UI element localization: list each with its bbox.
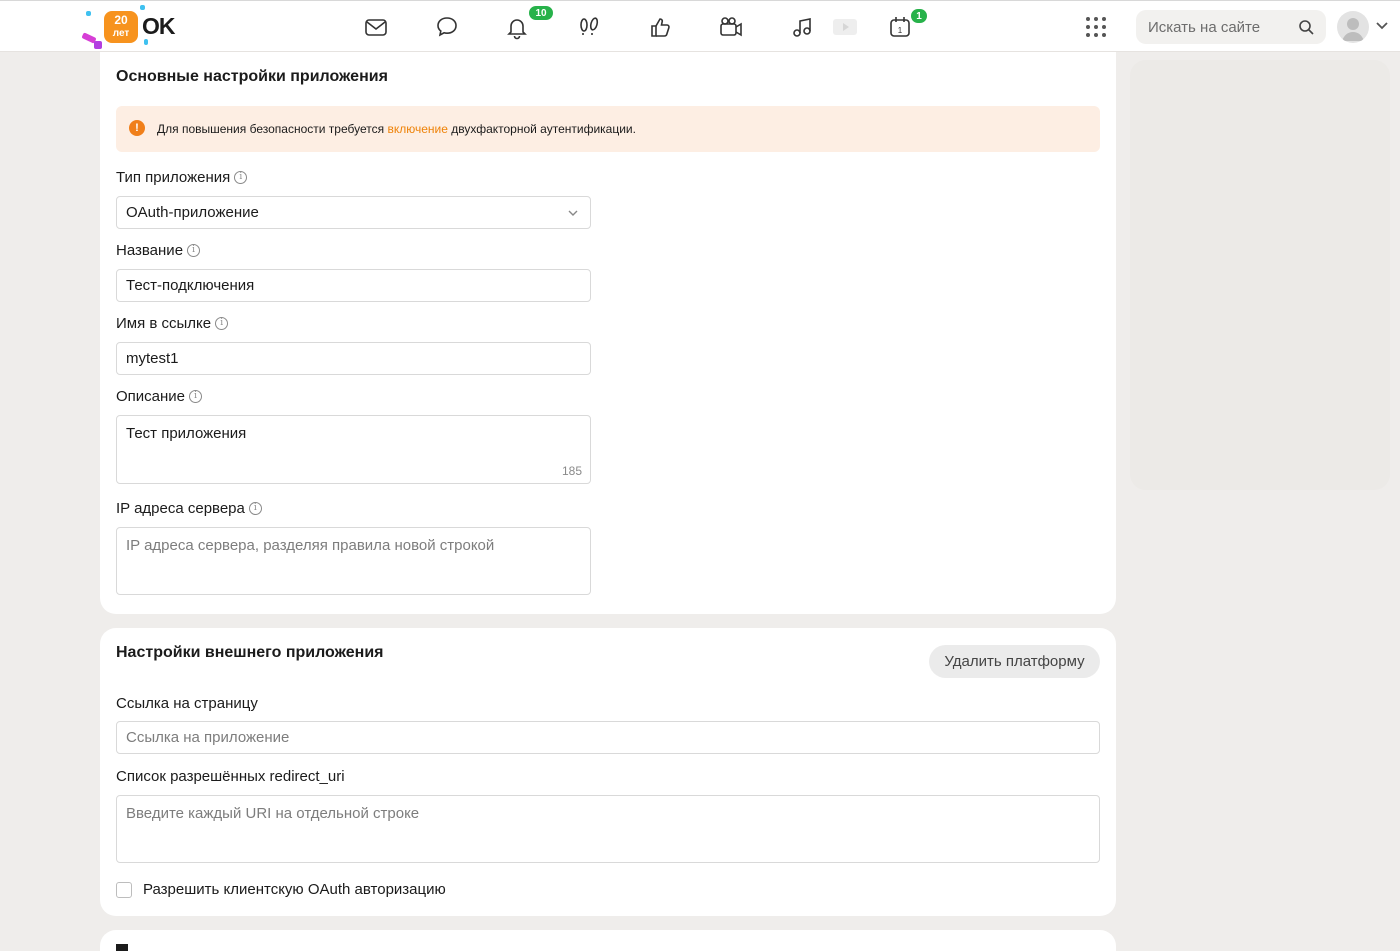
- site-search: [1136, 10, 1326, 44]
- security-alert: ! Для повышения безопасности требуется в…: [116, 106, 1100, 152]
- guests-icon[interactable]: [575, 13, 603, 41]
- warning-icon: !: [129, 120, 145, 136]
- page-link-label-text: Ссылка на страницу: [116, 695, 258, 712]
- redirect-uri-placeholder: Введите каждый URI на отдельной строке: [126, 805, 420, 822]
- basic-settings-title: Основные настройки приложения: [116, 68, 388, 85]
- badge-word: лет: [112, 28, 130, 39]
- calendar-badge: 1: [910, 8, 928, 24]
- app-type-label: Тип приложения i: [116, 169, 248, 186]
- confetti-decoration: [140, 5, 145, 10]
- page-link-placeholder: Ссылка на приложение: [126, 729, 290, 746]
- chevron-down-icon[interactable]: [1375, 21, 1389, 31]
- delete-platform-button[interactable]: Удалить платформу: [929, 645, 1100, 678]
- app-type-select[interactable]: OAuth-приложение: [116, 196, 591, 229]
- redirect-uri-textarea[interactable]: Введите каждый URI на отдельной строке: [116, 795, 1100, 863]
- server-ips-placeholder: IP адреса сервера, разделяя правила ново…: [126, 537, 495, 554]
- external-settings-card: Настройки внешнего приложения Удалить пл…: [100, 628, 1116, 916]
- notifications-icon[interactable]: [503, 13, 531, 41]
- info-icon[interactable]: i: [215, 317, 229, 330]
- name-label: Название i: [116, 242, 201, 259]
- messages-icon[interactable]: [362, 13, 390, 41]
- char-counter: 185: [561, 464, 582, 478]
- confetti-decoration: [86, 11, 91, 16]
- right-sidebar-placeholder: [1130, 60, 1390, 490]
- music-icon[interactable]: [788, 13, 816, 41]
- info-icon[interactable]: i: [234, 171, 248, 184]
- enable-2fa-link[interactable]: включение: [387, 122, 447, 136]
- description-label-text: Описание: [116, 388, 186, 405]
- server-ips-label: IP адреса сервера i: [116, 500, 262, 517]
- chevron-down-icon: [568, 210, 578, 216]
- svg-text:1: 1: [898, 26, 903, 35]
- page-link-label: Ссылка на страницу: [116, 695, 258, 712]
- avatar[interactable]: [1337, 11, 1369, 43]
- link-name-value: mytest1: [126, 350, 179, 367]
- basic-settings-card: Основные настройки приложения ! Для повы…: [100, 52, 1116, 614]
- anniversary-badge: 20 лет: [104, 11, 138, 43]
- client-oauth-label[interactable]: Разрешить клиентскую OAuth авторизацию: [143, 881, 446, 898]
- discussions-icon[interactable]: [433, 13, 461, 41]
- badge-number: 20: [114, 13, 128, 27]
- redirect-uri-label: Список разрешённых redirect_uri: [116, 768, 345, 785]
- link-name-label-text: Имя в ссылке: [116, 315, 212, 332]
- name-value: Тест-подключения: [126, 277, 255, 294]
- server-ips-label-text: IP адреса сервера: [116, 500, 245, 517]
- info-icon[interactable]: i: [189, 390, 203, 403]
- external-settings-title: Настройки внешнего приложения: [116, 644, 384, 661]
- link-name-label: Имя в ссылке i: [116, 315, 229, 332]
- confetti-decoration: [94, 41, 102, 49]
- next-section-title-fragment: [116, 944, 128, 951]
- page-link-field[interactable]: Ссылка на приложение: [116, 721, 1100, 754]
- app-type-value: OAuth-приложение: [126, 204, 259, 221]
- ok-logo[interactable]: 20 лет OK: [81, 3, 182, 51]
- name-field[interactable]: Тест-подключения: [116, 269, 591, 302]
- next-section-card: [100, 930, 1116, 951]
- notifications-badge: 10: [528, 5, 554, 21]
- description-textarea[interactable]: Тест приложения 185: [116, 415, 591, 484]
- video-calls-icon[interactable]: [717, 13, 745, 41]
- search-icon[interactable]: [1298, 19, 1314, 35]
- description-value: Тест приложения: [126, 425, 247, 442]
- name-label-text: Название: [116, 242, 184, 259]
- alert-text-after: двухфакторной аутентификации.: [447, 122, 636, 136]
- description-label: Описание i: [116, 388, 203, 405]
- apps-grid-icon[interactable]: [1084, 15, 1108, 39]
- alert-text-before: Для повышения безопасности требуется: [157, 122, 388, 136]
- top-bar: 20 лет OK 10 1 1: [0, 0, 1400, 52]
- video-icon[interactable]: [831, 13, 859, 41]
- info-icon[interactable]: i: [248, 502, 262, 515]
- server-ips-textarea[interactable]: IP адреса сервера, разделяя правила ново…: [116, 527, 591, 595]
- client-oauth-checkbox[interactable]: [116, 882, 132, 898]
- redirect-uri-label-text: Список разрешённых redirect_uri: [116, 768, 345, 785]
- search-input[interactable]: [1148, 10, 1288, 44]
- link-name-field[interactable]: mytest1: [116, 342, 591, 375]
- likes-icon[interactable]: [646, 13, 674, 41]
- alert-text: Для повышения безопасности требуется вкл…: [157, 122, 636, 136]
- info-icon[interactable]: i: [187, 244, 201, 257]
- app-type-label-text: Тип приложения: [116, 169, 231, 186]
- brand-name: OK: [142, 13, 175, 39]
